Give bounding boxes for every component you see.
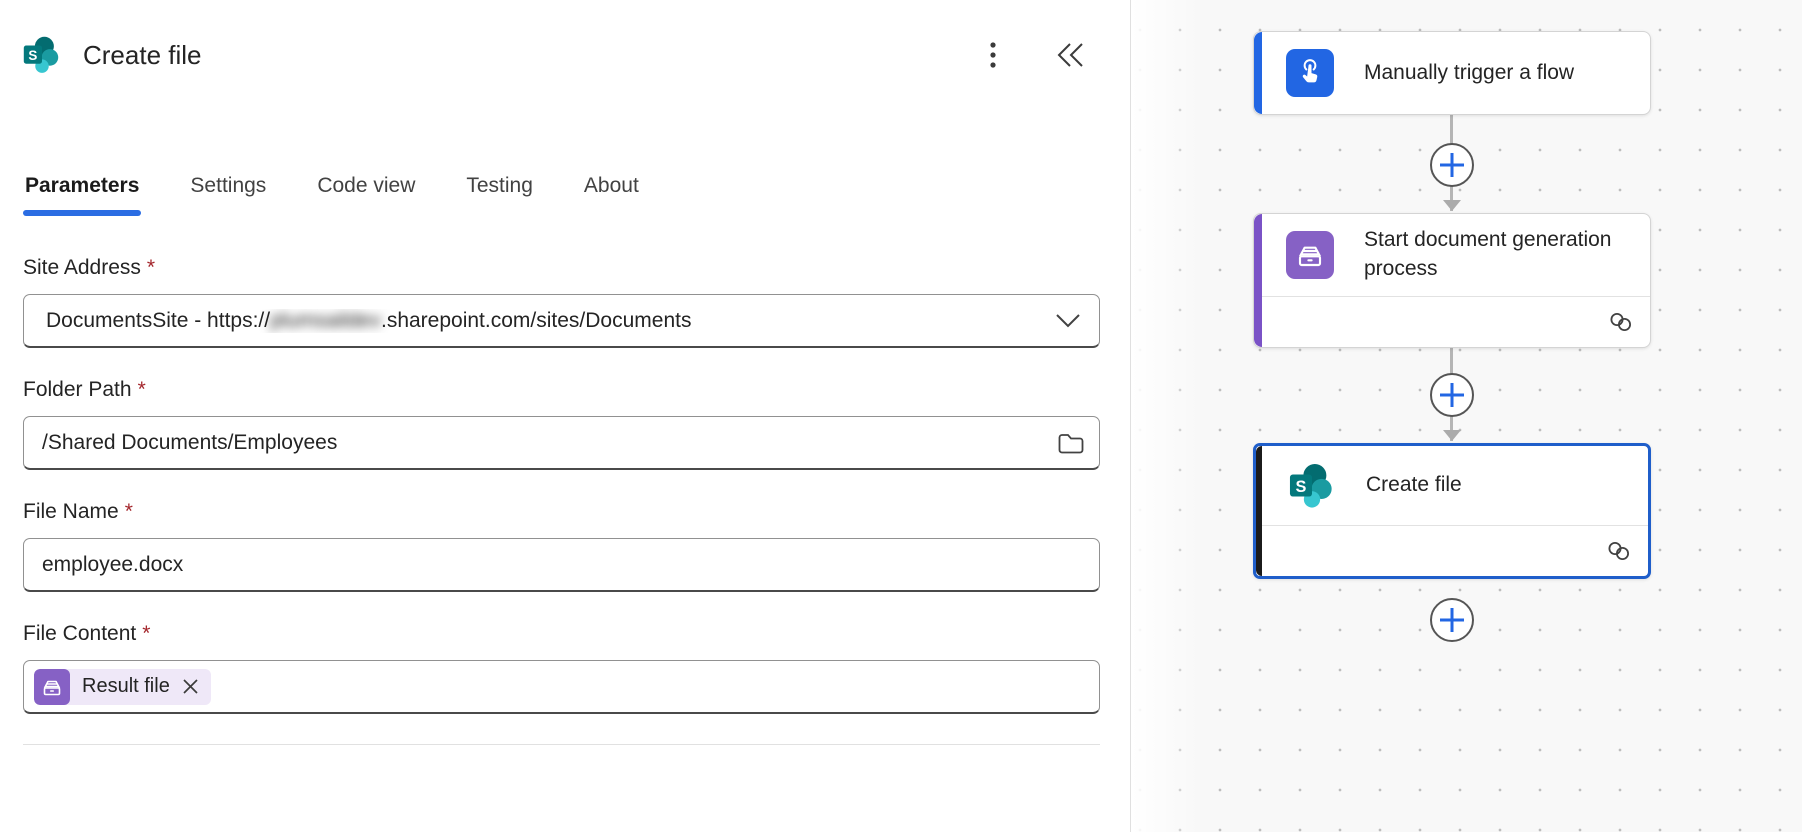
- node-title: Manually trigger a flow: [1364, 59, 1574, 88]
- folder-path-label: Folder Path*: [23, 378, 1100, 402]
- parameters-form: Site Address* DocumentsSite - https://pl…: [23, 256, 1100, 745]
- browse-folder-button[interactable]: [1057, 431, 1085, 455]
- arrow-down-icon: [1443, 200, 1461, 211]
- flow-node-manually-trigger[interactable]: Manually trigger a flow: [1253, 31, 1651, 115]
- dynamic-content-token[interactable]: Result file: [34, 669, 211, 705]
- token-label: Result file: [70, 675, 180, 698]
- node-accent-bar: [1256, 446, 1262, 576]
- required-asterisk: *: [147, 256, 155, 279]
- insert-step-button[interactable]: [1430, 143, 1474, 187]
- tab-code-view[interactable]: Code view: [315, 174, 417, 216]
- panel-header: S Create file: [23, 36, 1100, 74]
- insert-step-button[interactable]: [1430, 598, 1474, 642]
- node-title: Start document generation process: [1364, 226, 1616, 284]
- chevron-down-icon: [1055, 313, 1081, 329]
- tab-testing[interactable]: Testing: [464, 174, 535, 216]
- arrow-down-icon: [1443, 430, 1461, 441]
- kebab-menu-icon: [989, 39, 997, 71]
- site-address-label: Site Address*: [23, 256, 1100, 280]
- tab-settings[interactable]: Settings: [188, 174, 268, 216]
- svg-text:S: S: [1296, 478, 1307, 496]
- power-automate-designer: S Create file: [0, 0, 1802, 832]
- node-footer: [1254, 296, 1650, 347]
- tab-about[interactable]: About: [582, 174, 641, 216]
- plus-icon: [1439, 382, 1465, 408]
- close-icon: [182, 678, 199, 695]
- file-name-input[interactable]: [23, 538, 1100, 592]
- node-accent-bar: [1254, 32, 1262, 114]
- plus-icon: [1439, 607, 1465, 633]
- required-asterisk: *: [138, 378, 146, 401]
- site-address-combobox[interactable]: DocumentsSite - https://plumsaildev.shar…: [23, 294, 1100, 348]
- link-icon: [1608, 311, 1634, 333]
- insert-step-button[interactable]: [1430, 373, 1474, 417]
- file-name-label: File Name*: [23, 500, 1100, 524]
- manual-trigger-icon: [1286, 49, 1334, 97]
- plus-icon: [1439, 152, 1465, 178]
- more-options-button[interactable]: [976, 38, 1010, 72]
- file-content-label: File Content*: [23, 622, 1100, 646]
- double-chevron-left-icon: [1056, 42, 1086, 68]
- document-generation-icon: [34, 669, 70, 705]
- node-header: Start document generation process: [1254, 214, 1650, 296]
- site-address-value: DocumentsSite - https://plumsaildev.shar…: [46, 309, 691, 333]
- link-icon: [1606, 540, 1632, 562]
- redacted-tenant-name: plumsaildev: [270, 309, 381, 333]
- sharepoint-logo-icon: S: [1288, 462, 1336, 510]
- node-header: Manually trigger a flow: [1254, 32, 1650, 114]
- tab-parameters[interactable]: Parameters: [23, 174, 141, 216]
- required-asterisk: *: [142, 622, 150, 645]
- flow-node-start-document-generation[interactable]: Start document generation process: [1253, 213, 1651, 348]
- node-accent-bar: [1254, 214, 1262, 347]
- collapse-panel-button[interactable]: [1054, 38, 1088, 72]
- node-header: S Create file: [1256, 446, 1648, 525]
- flow-node-create-file[interactable]: S Create file: [1253, 443, 1651, 579]
- document-generation-icon: [1286, 231, 1334, 279]
- required-asterisk: *: [125, 500, 133, 523]
- node-title: Create file: [1366, 471, 1462, 500]
- flow-canvas[interactable]: Manually trigger a flow: [1131, 0, 1802, 832]
- folder-icon: [1057, 431, 1085, 455]
- folder-path-field: [23, 416, 1100, 470]
- section-divider: [23, 744, 1100, 745]
- node-footer: [1256, 525, 1648, 576]
- config-tabs: Parameters Settings Code view Testing Ab…: [23, 174, 1100, 216]
- remove-token-button[interactable]: [180, 678, 211, 695]
- header-actions: [976, 38, 1100, 72]
- folder-path-input[interactable]: [42, 431, 1057, 455]
- page-title: Create file: [83, 40, 202, 71]
- svg-text:S: S: [28, 48, 37, 63]
- action-config-panel: S Create file: [0, 0, 1131, 832]
- sharepoint-logo-icon: S: [23, 36, 61, 74]
- file-content-field[interactable]: Result file: [23, 660, 1100, 714]
